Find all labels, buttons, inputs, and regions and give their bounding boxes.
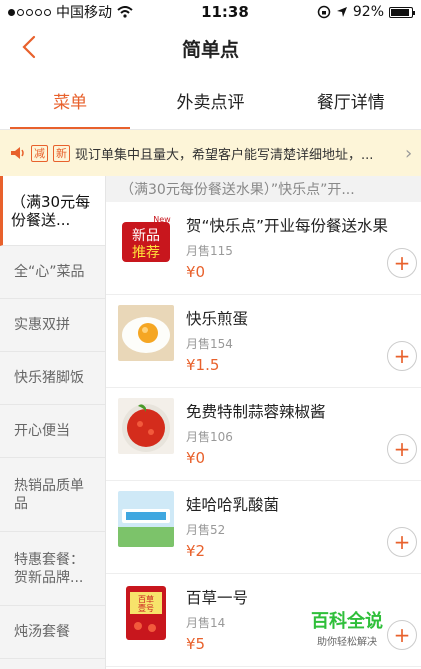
status-bar: 中国移动 11:38 92%: [0, 0, 421, 24]
add-to-cart-button[interactable]: +: [387, 341, 417, 371]
list-item[interactable]: 娃哈哈乳酸菌 月售52 ¥2 +: [106, 481, 421, 574]
list-item[interactable]: 新品 推荐 New 贺“快乐点”开业每份餐送水果 月售115 ¥0 +: [106, 202, 421, 295]
discount-tag: 减: [31, 144, 48, 162]
svg-text:新品: 新品: [132, 228, 160, 244]
item-name: 免费特制蒜蓉辣椒酱: [186, 403, 326, 421]
product-image: 新品 推荐 New: [118, 212, 174, 268]
item-name: 娃哈哈乳酸菌: [186, 496, 280, 514]
add-to-cart-button[interactable]: +: [387, 527, 417, 557]
rotation-lock-icon: [317, 5, 331, 19]
plus-icon: +: [393, 623, 411, 647]
add-to-cart-button[interactable]: +: [387, 248, 417, 278]
plus-icon: +: [393, 344, 411, 368]
sidebar-item-soup-combo[interactable]: 炖汤套餐: [0, 606, 105, 659]
item-price: ¥1.5: [186, 356, 220, 374]
item-sales: 月售106: [186, 430, 233, 444]
carrier-label: 中国移动: [56, 5, 112, 21]
tab-menu[interactable]: 菜单: [0, 72, 140, 129]
tab-label: 外卖点评: [176, 93, 245, 113]
item-sales: 月售115: [186, 244, 233, 258]
plus-icon: +: [393, 530, 411, 554]
item-sales: 月售154: [186, 337, 233, 351]
sidebar-item-combo-deals[interactable]: 特惠套餐：贺新品牌...: [0, 532, 105, 606]
add-to-cart-button[interactable]: +: [387, 434, 417, 464]
plus-icon: +: [393, 251, 411, 275]
location-icon: [336, 7, 347, 17]
svg-text:壹号: 壹号: [138, 603, 154, 613]
tab-label: 餐厅详情: [316, 93, 385, 113]
product-image: 百草 壹号: [118, 584, 174, 640]
nav-bar: 简单点: [0, 24, 421, 72]
tab-label: 菜单: [53, 93, 88, 113]
tab-bar: 菜单 外卖点评 餐厅详情: [0, 72, 421, 130]
sidebar-item-label: 特惠套餐：贺新品牌...: [14, 551, 84, 586]
item-sales: 月售14: [186, 616, 226, 630]
battery-label: 92%: [352, 4, 384, 20]
product-image: [118, 305, 174, 361]
list-item[interactable]: 快乐煎蛋 月售154 ¥1.5 +: [106, 295, 421, 388]
sidebar-item-label: 开心便当: [14, 423, 70, 439]
item-price: ¥2: [186, 542, 206, 560]
menu-list: （满30元每份餐送水果）”快乐点”开... 新品 推荐 New 贺“快乐点”开业…: [106, 176, 421, 669]
sidebar-item-featured[interactable]: 全“心”菜品: [0, 246, 105, 299]
tab-restaurant-details[interactable]: 餐厅详情: [281, 72, 421, 129]
page-title: 简单点: [181, 38, 239, 61]
svg-text:百草: 百草: [138, 594, 154, 604]
plus-icon: +: [393, 437, 411, 461]
item-sales: 月售52: [186, 523, 226, 537]
add-to-cart-button[interactable]: +: [387, 620, 417, 650]
notice-text: 现订单集中且量大，希望客户能写清楚详细地址，...: [75, 147, 374, 163]
product-image: [118, 398, 174, 454]
sidebar-item-label: 实惠双拼: [14, 317, 70, 333]
category-sidebar: （满30元每份餐送... 全“心”菜品 实惠双拼 快乐猪脚饭 开心便当 热销品质…: [0, 176, 106, 669]
signal-icon: [8, 8, 51, 16]
sidebar-item-label: （满30元每份餐送...: [11, 192, 91, 229]
sidebar-item-bento[interactable]: 开心便当: [0, 405, 105, 458]
section-title: （满30元每份餐送水果）”快乐点”开...: [106, 176, 421, 202]
sidebar-item-label: 全“心”菜品: [14, 264, 85, 280]
sidebar-item-label: 热销品质单品: [14, 477, 84, 512]
item-name: 快乐煎蛋: [186, 310, 249, 328]
chevron-right-icon: ›: [405, 142, 413, 164]
item-name: 贺“快乐点”开业每份餐送水果: [186, 217, 389, 235]
sidebar-item-label: 炖汤套餐: [14, 624, 70, 640]
item-price: ¥5: [186, 635, 206, 653]
back-button[interactable]: [14, 32, 44, 62]
sidebar-item-label: 快乐猪脚饭: [14, 370, 84, 386]
svg-text:New: New: [153, 215, 171, 224]
tab-reviews[interactable]: 外卖点评: [140, 72, 280, 129]
product-image: [118, 491, 174, 547]
wifi-icon: [117, 6, 133, 18]
sidebar-item-double-combo[interactable]: 实惠双拼: [0, 299, 105, 352]
chevron-left-icon: [22, 35, 36, 59]
speaker-icon: [11, 147, 24, 159]
list-item[interactable]: 免费特制蒜蓉辣椒酱 月售106 ¥0 +: [106, 388, 421, 481]
sidebar-item-hot-sellers[interactable]: 热销品质单品: [0, 458, 105, 532]
item-name: 百草一号: [186, 589, 249, 607]
svg-text:推荐: 推荐: [132, 245, 160, 261]
sidebar-item-fruit-promo[interactable]: （满30元每份餐送...: [0, 176, 105, 246]
item-price: ¥0: [186, 449, 206, 467]
sidebar-item-pork-knuckle-rice[interactable]: 快乐猪脚饭: [0, 352, 105, 405]
watermark-subtitle: 助你轻松解决: [317, 637, 377, 648]
new-tag: 新: [53, 144, 70, 162]
watermark: 百科全说 助你轻松解决: [311, 607, 383, 648]
notice-banner[interactable]: 减 新 现订单集中且量大，希望客户能写清楚详细地址，... ›: [0, 130, 421, 176]
clock: 11:38: [201, 3, 249, 21]
item-price: ¥0: [186, 263, 206, 281]
battery-icon: [389, 6, 415, 18]
watermark-title: 百科全说: [311, 611, 383, 632]
